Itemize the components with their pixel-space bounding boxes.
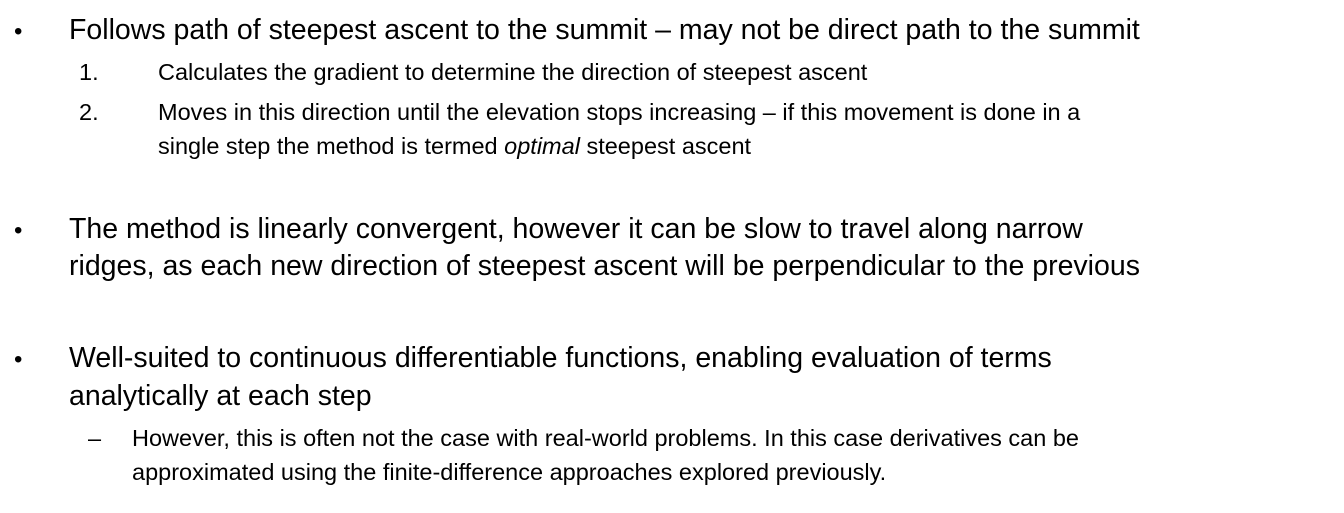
bullet-icon: • [14,18,23,45]
text-run: single step the method is termed [158,133,505,159]
numbered-item-text: Calculates the gradient to determine the… [158,59,868,85]
bullet-text-line: Well-suited to continuous differentiable… [69,342,1052,374]
bullet-icon: • [14,346,23,373]
emphasized-term: optimal [504,133,580,159]
numbered-item-text-continued: single step the method is termed optimal… [158,129,1334,163]
bullet-text-line: analytically at each step [69,380,372,412]
dash-icon: – [88,425,102,451]
bullet-text-line: ridges, as each new direction of steepes… [69,250,1140,282]
list-number: 2. [79,99,99,125]
bullet-text-line: Follows path of steepest ascent to the s… [69,14,1140,46]
bullet-icon: • [14,217,23,244]
text-run: steepest ascent [579,133,752,159]
bullet-text-line: The method is linearly convergent, howev… [69,213,1083,245]
slide: • Follows path of steepest ascent to the… [0,0,1344,513]
numbered-item-text: Moves in this direction until the elevat… [158,99,1081,125]
dash-item-text: However, this is often not the case with… [132,425,1079,451]
dash-item-text: approximated using the finite-difference… [132,459,887,485]
list-number: 1. [79,59,99,85]
